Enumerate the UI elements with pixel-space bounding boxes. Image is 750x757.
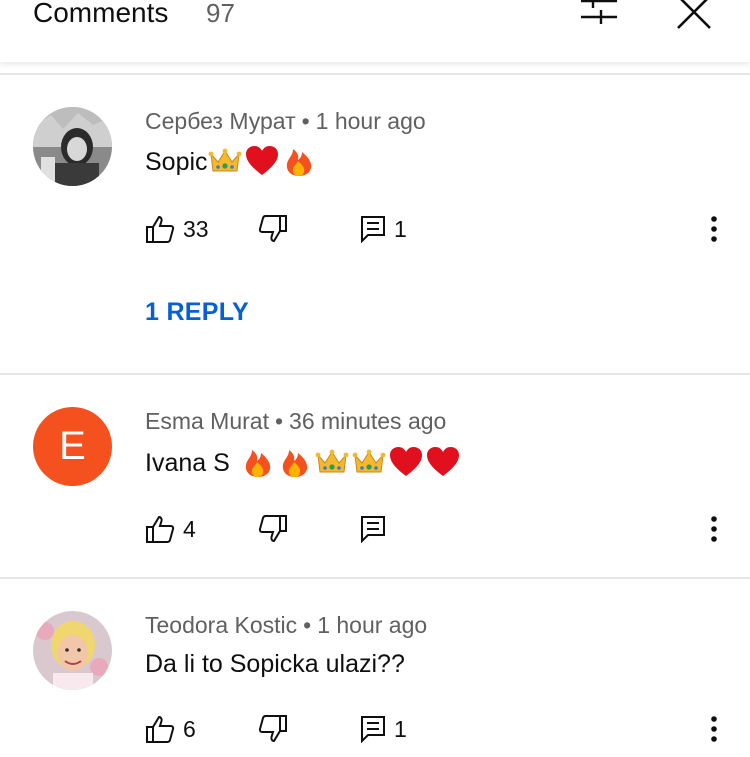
- view-replies-link[interactable]: 1 REPLY: [145, 298, 249, 327]
- red-heart-emoji: [389, 446, 423, 478]
- reply-count: 1: [394, 215, 407, 242]
- more-vertical-icon: [711, 516, 717, 542]
- red-heart-emoji: [426, 446, 460, 478]
- comments-count: 97: [206, 0, 235, 28]
- more-vertical-icon: [711, 716, 717, 742]
- reply-button[interactable]: [360, 509, 394, 549]
- comment-time[interactable]: 36 minutes ago: [289, 408, 446, 434]
- thumbs-down-icon: [258, 515, 287, 543]
- avatar[interactable]: E: [33, 407, 112, 486]
- comment-reply-icon: [361, 516, 385, 543]
- reply-button[interactable]: 1: [360, 209, 407, 249]
- divider: [0, 373, 750, 375]
- more-options-button[interactable]: [700, 509, 728, 549]
- filter-sort-button[interactable]: [575, 0, 623, 36]
- like-button[interactable]: 6: [145, 709, 196, 749]
- divider: [0, 73, 750, 75]
- close-button[interactable]: [670, 0, 718, 36]
- comment-text: Sopic: [145, 145, 316, 178]
- reply-count: 1: [394, 715, 407, 742]
- comment-body: Da li to Sopicka ulazi??: [145, 650, 405, 678]
- like-count: 4: [183, 515, 196, 542]
- dislike-button[interactable]: [258, 509, 288, 549]
- crown-emoji: [208, 145, 242, 177]
- like-button[interactable]: 4: [145, 509, 196, 549]
- thumbs-up-icon: [146, 215, 175, 243]
- meta-separator: •: [301, 108, 310, 134]
- comment-text: Da li to Sopicka ulazi??: [145, 648, 405, 680]
- comment-meta: Esma Murat • 36 minutes ago: [145, 407, 446, 435]
- comments-title: Comments: [33, 0, 169, 28]
- avatar-photo: [33, 107, 112, 186]
- comment-reply-icon: [361, 216, 385, 243]
- comment-body: Ivana S: [145, 449, 237, 477]
- comment-reply-icon: [361, 716, 385, 743]
- thumbs-up-icon: [146, 715, 175, 743]
- more-vertical-icon: [711, 216, 717, 242]
- comment-actions: 4: [0, 509, 750, 549]
- comment-meta: Сербез Мурат • 1 hour ago: [145, 107, 426, 135]
- comment-meta: Teodora Kostic • 1 hour ago: [145, 611, 427, 639]
- divider: [0, 577, 750, 579]
- meta-separator: •: [274, 408, 284, 434]
- dislike-button[interactable]: [258, 209, 288, 249]
- meta-separator: •: [303, 612, 312, 638]
- like-count: 33: [183, 215, 209, 242]
- avatar-photo: [33, 611, 112, 690]
- fire-emoji: [241, 446, 275, 478]
- comment-author[interactable]: Teodora Kostic: [145, 612, 297, 638]
- avatar[interactable]: [33, 611, 112, 690]
- comment-actions: 33 1: [0, 209, 750, 249]
- comment-author[interactable]: Esma Murat: [145, 408, 269, 434]
- filter-sort-icon: [581, 0, 617, 24]
- avatar-letter: E: [59, 424, 86, 468]
- close-icon: [677, 0, 711, 29]
- fire-emoji: [282, 145, 316, 177]
- comment-body: Sopic: [145, 148, 208, 176]
- like-count: 6: [183, 715, 196, 742]
- thumbs-down-icon: [258, 715, 287, 743]
- comment-time[interactable]: 1 hour ago: [317, 612, 427, 638]
- like-button[interactable]: 33: [145, 209, 209, 249]
- comment-time[interactable]: 1 hour ago: [316, 108, 426, 134]
- crown-emoji: [315, 446, 349, 478]
- more-options-button[interactable]: [700, 709, 728, 749]
- comment-text: Ivana S: [145, 446, 460, 479]
- reply-button[interactable]: 1: [360, 709, 407, 749]
- thumbs-down-icon: [258, 215, 287, 243]
- avatar[interactable]: [33, 107, 112, 186]
- comment-actions: 6 1: [0, 709, 750, 749]
- more-options-button[interactable]: [700, 209, 728, 249]
- fire-emoji: [278, 446, 312, 478]
- comment-author[interactable]: Сербез Мурат: [145, 108, 296, 134]
- red-heart-emoji: [245, 145, 279, 177]
- thumbs-up-icon: [146, 515, 175, 543]
- crown-emoji: [352, 446, 386, 478]
- dislike-button[interactable]: [258, 709, 288, 749]
- comments-header: Comments 97: [0, 0, 750, 62]
